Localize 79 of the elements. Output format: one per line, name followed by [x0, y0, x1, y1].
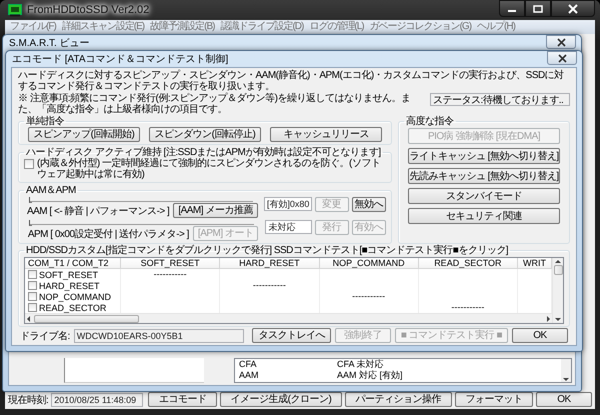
- maximize-icon: [533, 4, 543, 12]
- group-title: AAM＆APM: [25, 185, 77, 196]
- value-field: [有効]0x80: [264, 197, 312, 211]
- group-title: HDD/SSDカスタム[指定コマンドをダブルクリックで発行] SSDコマンドテスト[■コマンドテスト実行■をクリック]: [25, 245, 510, 256]
- column-header[interactable]: NOP_COMMAND: [320, 258, 419, 269]
- button[interactable]: イメージ生成(クローン): [220, 392, 342, 407]
- column-header[interactable]: READ_SECTOR: [418, 258, 518, 269]
- value-field: 未対応: [265, 220, 312, 234]
- button[interactable]: 無効へ: [352, 197, 386, 212]
- detail-name: CFA: [239, 359, 258, 370]
- checkbox[interactable]: [28, 292, 37, 301]
- button[interactable]: [AAM] メーカ推薦: [173, 203, 258, 218]
- close-button[interactable]: [547, 51, 577, 65]
- column-header[interactable]: WRIT: [518, 258, 552, 269]
- close-button[interactable]: [546, 35, 576, 49]
- close-icon: [568, 4, 578, 14]
- table-cell: -----------: [121, 269, 220, 280]
- description-text: ハードディスクに対するスピンアップ・スピンダウン・AAM(静音化)・APM(エコ化)・カスタムコマンドの実行および、SSDに対するコマンド発行＆コマンドテストの実行を取り扱います。: [18, 70, 565, 92]
- up-arrow-icon[interactable]: [554, 258, 562, 264]
- column-header[interactable]: SOFT_RESET: [121, 258, 220, 269]
- window-title: FromHDDtoSSD Ver2.02: [27, 4, 150, 16]
- detail-value: CFA 未対応: [337, 359, 384, 370]
- time-label: 現在時刻:: [8, 394, 48, 406]
- detail-value: AAM 対応 [有効]: [337, 370, 403, 381]
- drive-label: ドライブ名:: [20, 330, 70, 342]
- slider-thumb[interactable]: [29, 197, 32, 203]
- slider-label: APM [ 0x00設定受付 | 送付パラメタ-> ]: [28, 228, 189, 240]
- close-button[interactable]: [551, 0, 595, 17]
- slider-label: AAM [ <- 静音 | パフォーマンス-> ]: [26, 204, 170, 218]
- button[interactable]: スピンダウン(回転停止): [149, 127, 261, 142]
- checkbox[interactable]: [28, 281, 37, 290]
- slider-thumb[interactable]: [29, 220, 32, 226]
- right-arrow-icon[interactable]: [545, 314, 552, 322]
- button[interactable]: ライトキャッシュ [無効へ切り替え]: [408, 148, 560, 164]
- command-label[interactable]: NOP_COMMAND: [39, 292, 112, 302]
- command-label[interactable]: READ_SECTOR: [39, 302, 106, 312]
- button[interactable]: キャッシュリリース: [270, 127, 382, 142]
- column-header[interactable]: HARD_RESET: [220, 258, 320, 269]
- group-title: ハードディスク アクティブ維持 [注:SSDまたはAPMが有効時は設定不可となります]: [25, 147, 382, 158]
- close-icon: [556, 38, 566, 46]
- horizontal-scrollbar[interactable]: [25, 313, 552, 323]
- notice-text: ※ 注意事項:頻繁にコマンド発行(例:スピンアップ＆ダウン等)を繰り返してはなりません。また、「高度な指令」は上級者様向けの項目です。: [18, 93, 412, 115]
- scrollbar-thumb[interactable]: [34, 314, 139, 322]
- column-header[interactable]: COM_T1 / COM_T2: [25, 258, 121, 269]
- button[interactable]: スタンバイモード: [408, 188, 560, 204]
- button[interactable]: フォーマット: [454, 392, 534, 407]
- button[interactable]: スピンアップ(回転開始): [28, 127, 140, 142]
- drive-name-field: WDCWD10EARS-00Y5B1: [74, 328, 244, 342]
- vertical-scrollbar[interactable]: [552, 258, 563, 323]
- window-title: S.M.A.R.T. ビュー: [9, 37, 90, 50]
- detail-name: AAM: [239, 370, 260, 381]
- group-title: 単純指令: [25, 116, 65, 127]
- button[interactable]: セキュリティ関連: [408, 208, 560, 224]
- table-cell: -----------: [320, 291, 419, 302]
- time-field: 2010/08/25 11:48:09: [51, 392, 144, 406]
- left-arrow-icon[interactable]: [25, 314, 32, 322]
- checkbox[interactable]: [24, 159, 34, 169]
- scrollbar-thumb[interactable]: [554, 265, 562, 275]
- app-icon: [8, 3, 22, 17]
- command-label[interactable]: HARD_RESET: [39, 280, 100, 290]
- checkbox-label: (内蔵＆外付型) 一定時間経過にて強制的にスピンダウンされるのを防ぐ。(ソフトウェア起動中は常に有効): [37, 158, 382, 180]
- button[interactable]: 先読みキャッシュ [無効へ切り替え]: [408, 168, 560, 184]
- group-title: 高度な指令: [405, 116, 454, 127]
- button[interactable]: OK: [512, 328, 568, 343]
- button[interactable]: タスクトレイへ: [252, 328, 331, 343]
- minimize-button[interactable]: [499, 0, 525, 17]
- button[interactable]: パーティション操作: [344, 392, 452, 407]
- maximize-button[interactable]: [525, 0, 551, 17]
- down-arrow-icon[interactable]: [562, 377, 570, 382]
- command-label[interactable]: SOFT_RESET: [39, 270, 98, 280]
- status-field: ステータス:待機しております..: [430, 93, 570, 106]
- close-icon: [558, 54, 566, 62]
- checkbox[interactable]: [28, 270, 37, 279]
- down-arrow-icon[interactable]: [554, 317, 562, 323]
- button[interactable]: OK: [536, 392, 592, 407]
- table-cell: -----------: [220, 280, 320, 291]
- button[interactable]: エコモード: [148, 392, 218, 407]
- checkbox[interactable]: [28, 303, 37, 312]
- window-title: エコモード [ATAコマンド＆コマンドテスト制御]: [12, 52, 228, 66]
